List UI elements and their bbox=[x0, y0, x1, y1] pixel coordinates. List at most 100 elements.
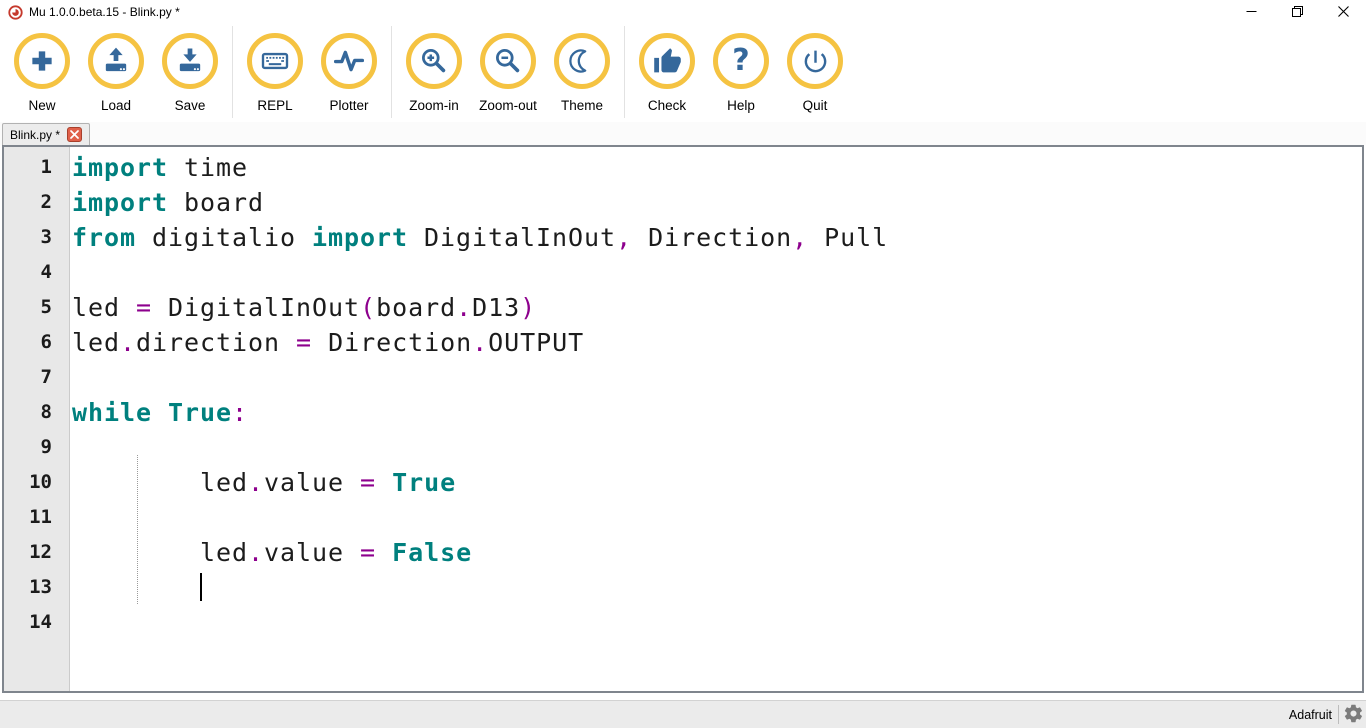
toolbar-button-label: Save bbox=[175, 98, 206, 113]
code-token: direction bbox=[136, 328, 296, 357]
code-token: digitalio bbox=[136, 223, 312, 252]
toolbar-button-ring bbox=[162, 33, 218, 89]
toolbar-button-ring bbox=[88, 33, 144, 89]
line-number: 5 bbox=[4, 290, 69, 325]
window-title: Mu 1.0.0.beta.15 - Blink.py * bbox=[29, 5, 180, 19]
toolbar-button-theme[interactable]: Theme bbox=[545, 24, 619, 113]
window-controls bbox=[1228, 0, 1366, 24]
admin-gear-button[interactable] bbox=[1342, 703, 1366, 727]
code-token: = bbox=[360, 468, 376, 497]
line-number: 12 bbox=[4, 535, 69, 570]
code-token: board bbox=[376, 293, 456, 322]
code-editor-surface[interactable]: import timeimport boardfrom digitalio im… bbox=[70, 147, 1362, 691]
text-cursor bbox=[200, 573, 202, 601]
line-number: 2 bbox=[4, 185, 69, 220]
settings-gear-icon bbox=[1343, 703, 1364, 727]
code-token: . bbox=[120, 328, 136, 357]
code-token: led bbox=[72, 468, 248, 497]
line-number: 10 bbox=[4, 465, 69, 500]
code-token: DigitalInOut bbox=[408, 223, 616, 252]
code-line bbox=[70, 570, 1362, 605]
status-bar: Adafruit bbox=[0, 700, 1366, 728]
code-token: value bbox=[264, 468, 360, 497]
code-line: from digitalio import DigitalInOut, Dire… bbox=[70, 220, 1362, 255]
code-token: led bbox=[72, 293, 136, 322]
status-separator bbox=[1338, 705, 1339, 724]
tab-blink-py[interactable]: Blink.py * bbox=[2, 123, 90, 145]
toolbar-button-ring bbox=[480, 33, 536, 89]
tab-bar: Blink.py * bbox=[0, 122, 1366, 145]
code-token: , bbox=[792, 223, 808, 252]
code-token: board bbox=[168, 188, 264, 217]
toolbar-button-check[interactable]: Check bbox=[630, 24, 704, 113]
plotter-pulse-icon bbox=[334, 46, 364, 76]
toolbar-button-load[interactable]: Load bbox=[79, 24, 153, 113]
code-token bbox=[376, 468, 392, 497]
toolbar-button-ring bbox=[787, 33, 843, 89]
toolbar-button-repl[interactable]: REPL bbox=[238, 24, 312, 113]
tab-label: Blink.py * bbox=[10, 128, 60, 142]
code-line bbox=[70, 255, 1362, 290]
line-number: 1 bbox=[4, 150, 69, 185]
check-thumbs-up-icon bbox=[653, 47, 682, 76]
restore-button[interactable] bbox=[1274, 0, 1320, 24]
code-token: = bbox=[136, 293, 152, 322]
toolbar-separator bbox=[391, 26, 392, 118]
code-token: value bbox=[264, 538, 360, 567]
code-token: led bbox=[72, 328, 120, 357]
minimize-button[interactable] bbox=[1228, 0, 1274, 24]
toolbar-button-save[interactable]: Save bbox=[153, 24, 227, 113]
tab-close-button[interactable] bbox=[67, 127, 82, 142]
code-token: DigitalInOut bbox=[152, 293, 360, 322]
code-token: False bbox=[392, 538, 472, 567]
toolbar-button-label: Theme bbox=[561, 98, 603, 113]
code-token: True bbox=[392, 468, 456, 497]
toolbar-separator bbox=[624, 26, 625, 118]
toolbar-button-plotter[interactable]: Plotter bbox=[312, 24, 386, 113]
quit-power-icon bbox=[801, 47, 830, 76]
code-token: import bbox=[72, 153, 168, 182]
toolbar-button-quit[interactable]: Quit bbox=[778, 24, 852, 113]
code-line bbox=[70, 360, 1362, 395]
code-token: from bbox=[72, 223, 136, 252]
code-token: D13 bbox=[472, 293, 520, 322]
line-number: 11 bbox=[4, 500, 69, 535]
indent-guide bbox=[137, 455, 138, 604]
theme-moon-icon bbox=[567, 46, 597, 76]
toolbar-button-new[interactable]: New bbox=[5, 24, 79, 113]
code-token bbox=[376, 538, 392, 567]
toolbar-button-zoom-out[interactable]: Zoom-out bbox=[471, 24, 545, 113]
tab-close-icon bbox=[70, 127, 79, 142]
code-token: . bbox=[472, 328, 488, 357]
code-token: = bbox=[296, 328, 312, 357]
code-line bbox=[70, 430, 1362, 465]
mu-logo-icon bbox=[8, 5, 23, 20]
toolbar-button-label: Help bbox=[727, 98, 755, 113]
toolbar-button-help[interactable]: ?Help bbox=[704, 24, 778, 113]
zoom-out-icon bbox=[493, 46, 523, 76]
gutter: 1234567891011121314 bbox=[4, 147, 70, 691]
code-token: while bbox=[72, 398, 152, 427]
code-token bbox=[72, 573, 200, 602]
toolbar-button-zoom-in[interactable]: Zoom-in bbox=[397, 24, 471, 113]
toolbar-group: REPL Plotter bbox=[235, 24, 389, 113]
code-line: import board bbox=[70, 185, 1362, 220]
title-bar[interactable]: Mu 1.0.0.beta.15 - Blink.py * bbox=[0, 0, 1366, 24]
line-number: 14 bbox=[4, 605, 69, 640]
new-plus-icon bbox=[27, 46, 57, 76]
toolbar-button-label: REPL bbox=[257, 98, 292, 113]
line-number: 3 bbox=[4, 220, 69, 255]
toolbar-button-label: Zoom-out bbox=[479, 98, 537, 113]
line-number: 8 bbox=[4, 395, 69, 430]
code-token bbox=[152, 398, 168, 427]
toolbar-button-label: Plotter bbox=[329, 98, 368, 113]
code-token: Pull bbox=[808, 223, 888, 252]
code-token: : bbox=[232, 398, 248, 427]
toolbar-button-ring bbox=[14, 33, 70, 89]
close-button[interactable] bbox=[1320, 0, 1366, 24]
line-number: 7 bbox=[4, 360, 69, 395]
code-line: led = DigitalInOut(board.D13) bbox=[70, 290, 1362, 325]
toolbar-button-label: Load bbox=[101, 98, 131, 113]
code-token: led bbox=[72, 538, 248, 567]
line-number: 6 bbox=[4, 325, 69, 360]
